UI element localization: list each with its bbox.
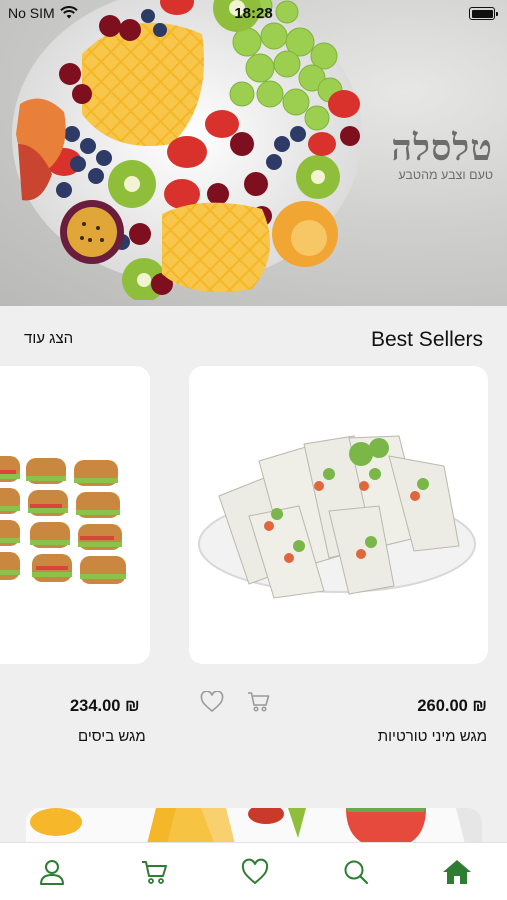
product-price: 234.00 ₪ [70, 697, 140, 715]
tab-home[interactable] [442, 857, 472, 887]
brand-logo: טלסלה [391, 127, 493, 169]
heart-icon [241, 858, 269, 885]
section-title: Best Sellers [370, 328, 483, 351]
home-icon [443, 860, 471, 884]
product-price: 260.00 ₪ [417, 697, 487, 715]
show-more-link[interactable]: הצג עוד [24, 330, 73, 347]
add-to-cart-button[interactable] [245, 688, 273, 716]
profile-icon [40, 860, 64, 885]
cart-icon [142, 861, 167, 884]
cart-icon [248, 692, 270, 712]
battery-icon [469, 7, 498, 20]
search-icon [344, 860, 369, 885]
status-bar: No SIM 18:28 [0, 0, 507, 28]
tab-favorites[interactable] [240, 857, 270, 887]
product-card[interactable] [0, 366, 150, 664]
fruit-platter-image [12, 0, 362, 300]
hero-banner: טלסלה טעם וצבע מהטבע [0, 0, 507, 306]
product-name[interactable]: מגש מיני טורטיות [378, 728, 487, 745]
tab-cart[interactable] [139, 857, 169, 887]
heart-icon [200, 691, 224, 713]
product-card[interactable] [189, 366, 488, 664]
best-sellers-header: Best Sellers הצג עוד [0, 306, 507, 366]
status-time: 18:28 [234, 5, 273, 22]
product-name[interactable]: מגש ביסים [78, 728, 146, 745]
tab-bar [0, 842, 507, 900]
product-image-bites-tray [0, 456, 126, 584]
brand-tagline: טעם וצבע מהטבע [398, 168, 493, 182]
brand: טלסלה טעם וצבע מהטבע [391, 128, 493, 182]
tab-profile[interactable] [37, 857, 67, 887]
product-image-tortilla-tray [198, 435, 476, 599]
tab-search[interactable] [341, 857, 371, 887]
add-to-favorites-button[interactable] [198, 688, 226, 716]
